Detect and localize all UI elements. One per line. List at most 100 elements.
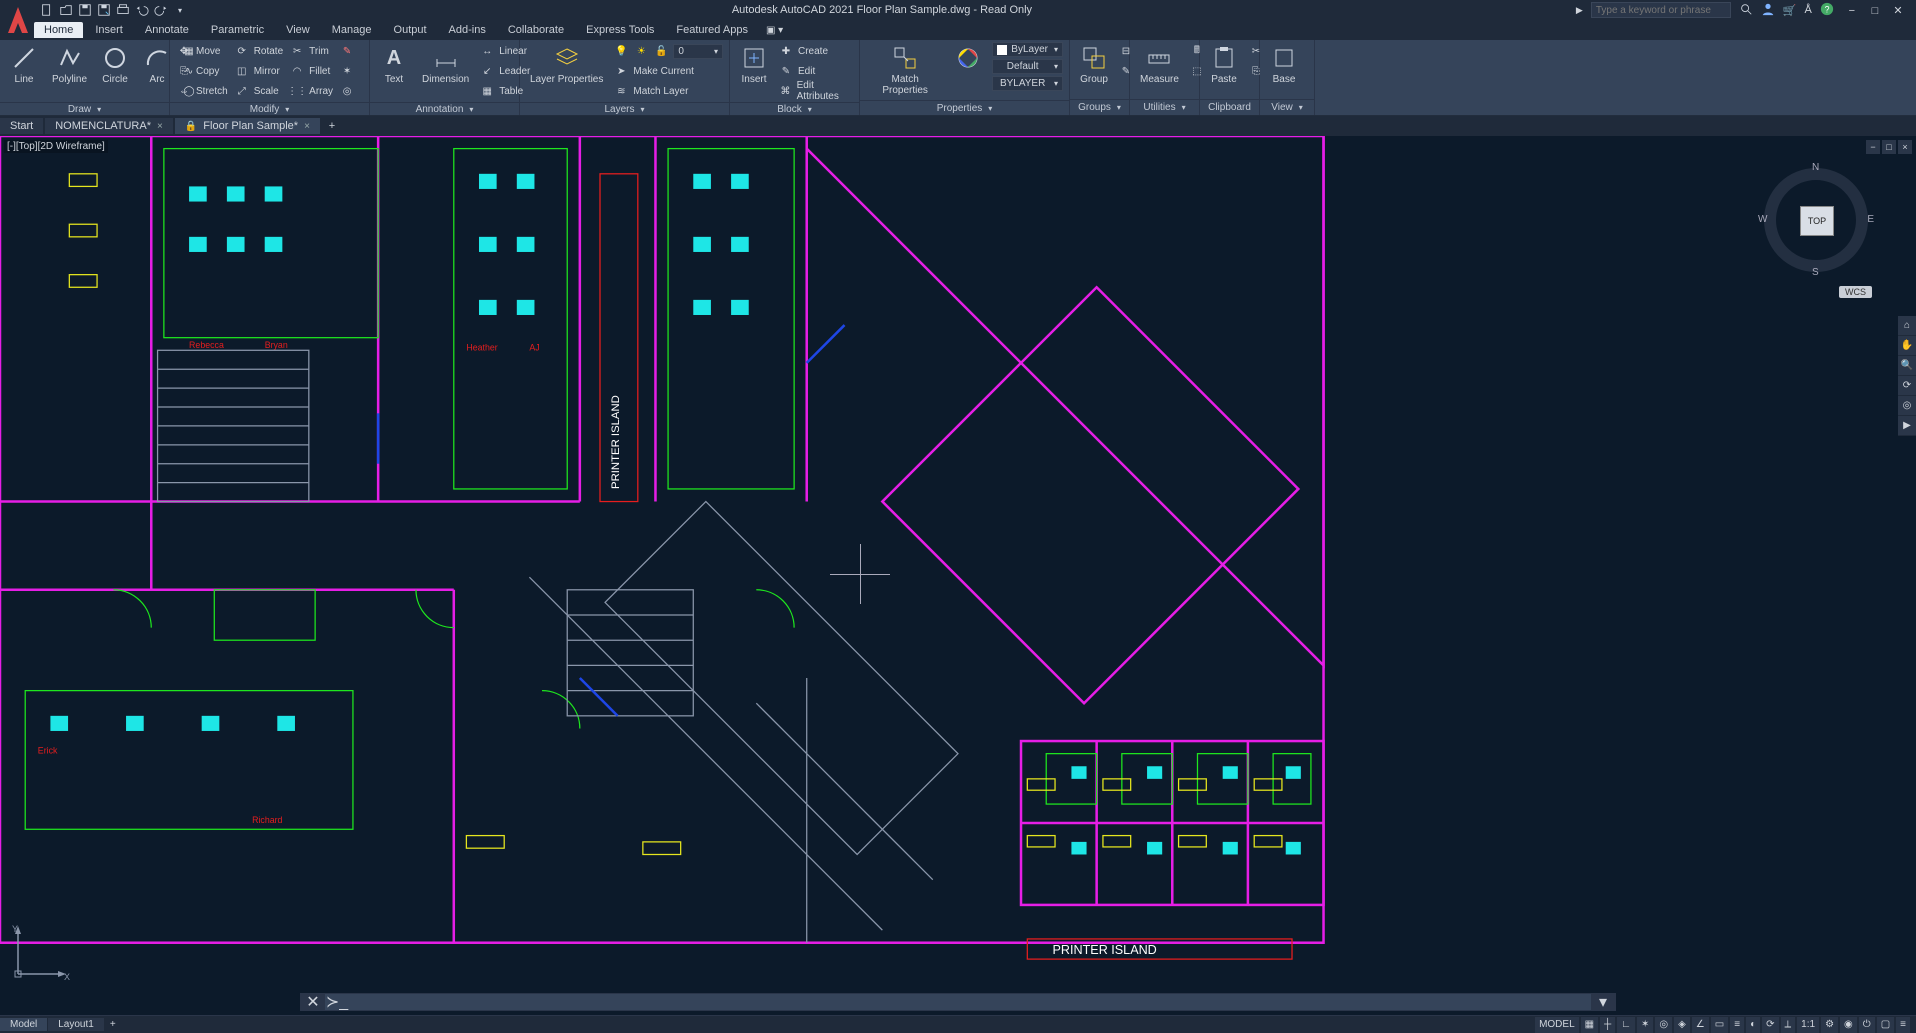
scale-button[interactable]: ⤢Scale	[234, 82, 283, 100]
edit-block-button[interactable]: ✎Edit	[778, 62, 853, 80]
linetype-dropdown[interactable]: BYLAYER	[992, 76, 1063, 91]
layer-state-row[interactable]: 💡☀🔓0	[613, 42, 723, 60]
new-layout-button[interactable]: +	[105, 1019, 121, 1030]
tab-addins[interactable]: Add-ins	[439, 22, 496, 38]
cart-icon[interactable]: 🛒	[1783, 4, 1797, 17]
new-icon[interactable]	[39, 2, 55, 18]
annotation-panel-expand[interactable]	[467, 104, 473, 115]
status-3dosnap-icon[interactable]: ◈	[1674, 1017, 1690, 1033]
status-model[interactable]: MODEL	[1535, 1017, 1579, 1033]
modify-extra-3[interactable]: ◎	[339, 82, 355, 100]
status-polar-icon[interactable]: ✶	[1637, 1017, 1653, 1033]
tab-featuredapps[interactable]: Featured Apps	[666, 22, 758, 38]
layers-panel-expand[interactable]	[639, 104, 645, 115]
plot-icon[interactable]	[115, 2, 131, 18]
save-icon[interactable]	[77, 2, 93, 18]
move-button[interactable]: ✥Move	[176, 42, 228, 60]
status-isolate-icon[interactable]: ◉	[1840, 1017, 1857, 1033]
group-button[interactable]: Group	[1076, 42, 1112, 87]
search-input[interactable]	[1591, 2, 1731, 18]
new-tab-button[interactable]: +	[322, 120, 342, 132]
make-current-button[interactable]: ➤Make Current	[613, 62, 723, 80]
undo-icon[interactable]	[134, 2, 150, 18]
trim-button[interactable]: ✂Trim	[289, 42, 333, 60]
cmdline-dropdown-icon[interactable]: ▾	[1591, 994, 1615, 1010]
saveas-icon[interactable]	[96, 2, 112, 18]
doc-tab-nomenclatura[interactable]: NOMENCLATURA*×	[45, 118, 173, 134]
doc-tab-start[interactable]: Start	[0, 118, 43, 134]
status-customize-icon[interactable]: ≡	[1896, 1017, 1910, 1033]
line-button[interactable]: Line	[6, 42, 42, 87]
modify-extra-1[interactable]: ✎	[339, 42, 355, 60]
paste-button[interactable]: Paste	[1206, 42, 1242, 87]
draw-panel-expand[interactable]	[95, 104, 101, 115]
status-ortho-icon[interactable]: ∟	[1617, 1017, 1635, 1033]
status-osnap-icon[interactable]: ◎	[1655, 1017, 1672, 1033]
view-panel-expand[interactable]	[1297, 102, 1303, 113]
drawing-canvas[interactable]: [-][Top][2D Wireframe] − □ × TOP N S E W…	[0, 136, 1916, 1015]
tab-parametric[interactable]: Parametric	[201, 22, 274, 38]
close-button[interactable]: ✕	[1888, 4, 1908, 17]
doc-tab-floorplan[interactable]: 🔒Floor Plan Sample*×	[175, 118, 320, 134]
redo-icon[interactable]	[153, 2, 169, 18]
command-line[interactable]: ✕ ≻_ ▾	[300, 993, 1616, 1011]
text-button[interactable]: AText	[376, 42, 412, 87]
modify-extra-2[interactable]: ✶	[339, 62, 355, 80]
status-scale[interactable]: 1:1	[1797, 1017, 1819, 1033]
help-icon[interactable]: ?	[1820, 2, 1834, 19]
status-snap-icon[interactable]: ┼	[1600, 1017, 1615, 1033]
status-gear-icon[interactable]: ⚙	[1821, 1017, 1838, 1033]
copy-button[interactable]: ⎘Copy	[176, 62, 228, 80]
status-lwt-icon[interactable]: ≡	[1730, 1017, 1744, 1033]
groups-panel-expand[interactable]	[1115, 102, 1121, 113]
app-logo[interactable]	[4, 2, 32, 38]
insert-button[interactable]: Insert	[736, 42, 772, 87]
qat-dropdown-icon[interactable]: ▾	[172, 2, 188, 18]
command-input[interactable]	[349, 994, 1591, 1010]
edit-attributes-button[interactable]: ⌘Edit Attributes	[778, 82, 853, 100]
circle-button[interactable]: Circle	[97, 42, 133, 87]
measure-button[interactable]: Measure	[1136, 42, 1183, 87]
layout-tab-model[interactable]: Model	[0, 1018, 47, 1031]
app-exchange-icon[interactable]: Å	[1805, 4, 1812, 16]
status-grid-icon[interactable]: ▦	[1581, 1017, 1598, 1033]
status-cleanscreen-icon[interactable]: ▢	[1877, 1017, 1894, 1033]
create-block-button[interactable]: ✚Create	[778, 42, 853, 60]
block-panel-expand[interactable]	[806, 104, 812, 115]
match-properties-button[interactable]: Match Properties	[866, 42, 944, 98]
tab-expresstools[interactable]: Express Tools	[576, 22, 664, 38]
color-dropdown[interactable]: ByLayer	[992, 42, 1063, 57]
infocenter-arrow-icon[interactable]: ▶	[1576, 5, 1583, 16]
tab-home[interactable]: Home	[34, 22, 83, 38]
search-icon[interactable]	[1739, 2, 1753, 19]
close-icon[interactable]: ×	[157, 121, 163, 132]
tab-view[interactable]: View	[276, 22, 320, 38]
status-annoscale-icon[interactable]: ⟂	[1781, 1017, 1796, 1033]
ucs-icon[interactable]: X Y	[10, 922, 70, 987]
minimize-button[interactable]: −	[1842, 5, 1862, 17]
dimension-button[interactable]: Dimension	[418, 42, 473, 87]
color-wheel-button[interactable]	[950, 42, 986, 74]
lineweight-dropdown[interactable]: Default	[992, 59, 1063, 74]
layer-properties-button[interactable]: Layer Properties	[526, 42, 607, 87]
status-hardware-icon[interactable]: ⏻	[1859, 1017, 1875, 1033]
utilities-panel-expand[interactable]	[1180, 102, 1186, 113]
match-layer-button[interactable]: ≋Match Layer	[613, 82, 723, 100]
tabs-more-icon[interactable]: ▣ ▾	[760, 25, 789, 36]
close-icon[interactable]: ×	[304, 121, 310, 132]
tab-collaborate[interactable]: Collaborate	[498, 22, 574, 38]
status-dyn-icon[interactable]: ▭	[1711, 1017, 1728, 1033]
array-button[interactable]: ⋮⋮Array	[289, 82, 333, 100]
maximize-button[interactable]: □	[1865, 5, 1885, 17]
polyline-button[interactable]: Polyline	[48, 42, 91, 87]
rotate-button[interactable]: ⟳Rotate	[234, 42, 283, 60]
tab-insert[interactable]: Insert	[85, 22, 133, 38]
stretch-button[interactable]: ⇔Stretch	[176, 82, 228, 100]
properties-panel-expand[interactable]	[986, 103, 992, 114]
open-icon[interactable]	[58, 2, 74, 18]
layer-dropdown[interactable]: 0	[673, 44, 723, 59]
signin-icon[interactable]	[1761, 2, 1775, 19]
modify-panel-expand[interactable]	[283, 104, 289, 115]
fillet-button[interactable]: ◠Fillet	[289, 62, 333, 80]
mirror-button[interactable]: ◫Mirror	[234, 62, 283, 80]
